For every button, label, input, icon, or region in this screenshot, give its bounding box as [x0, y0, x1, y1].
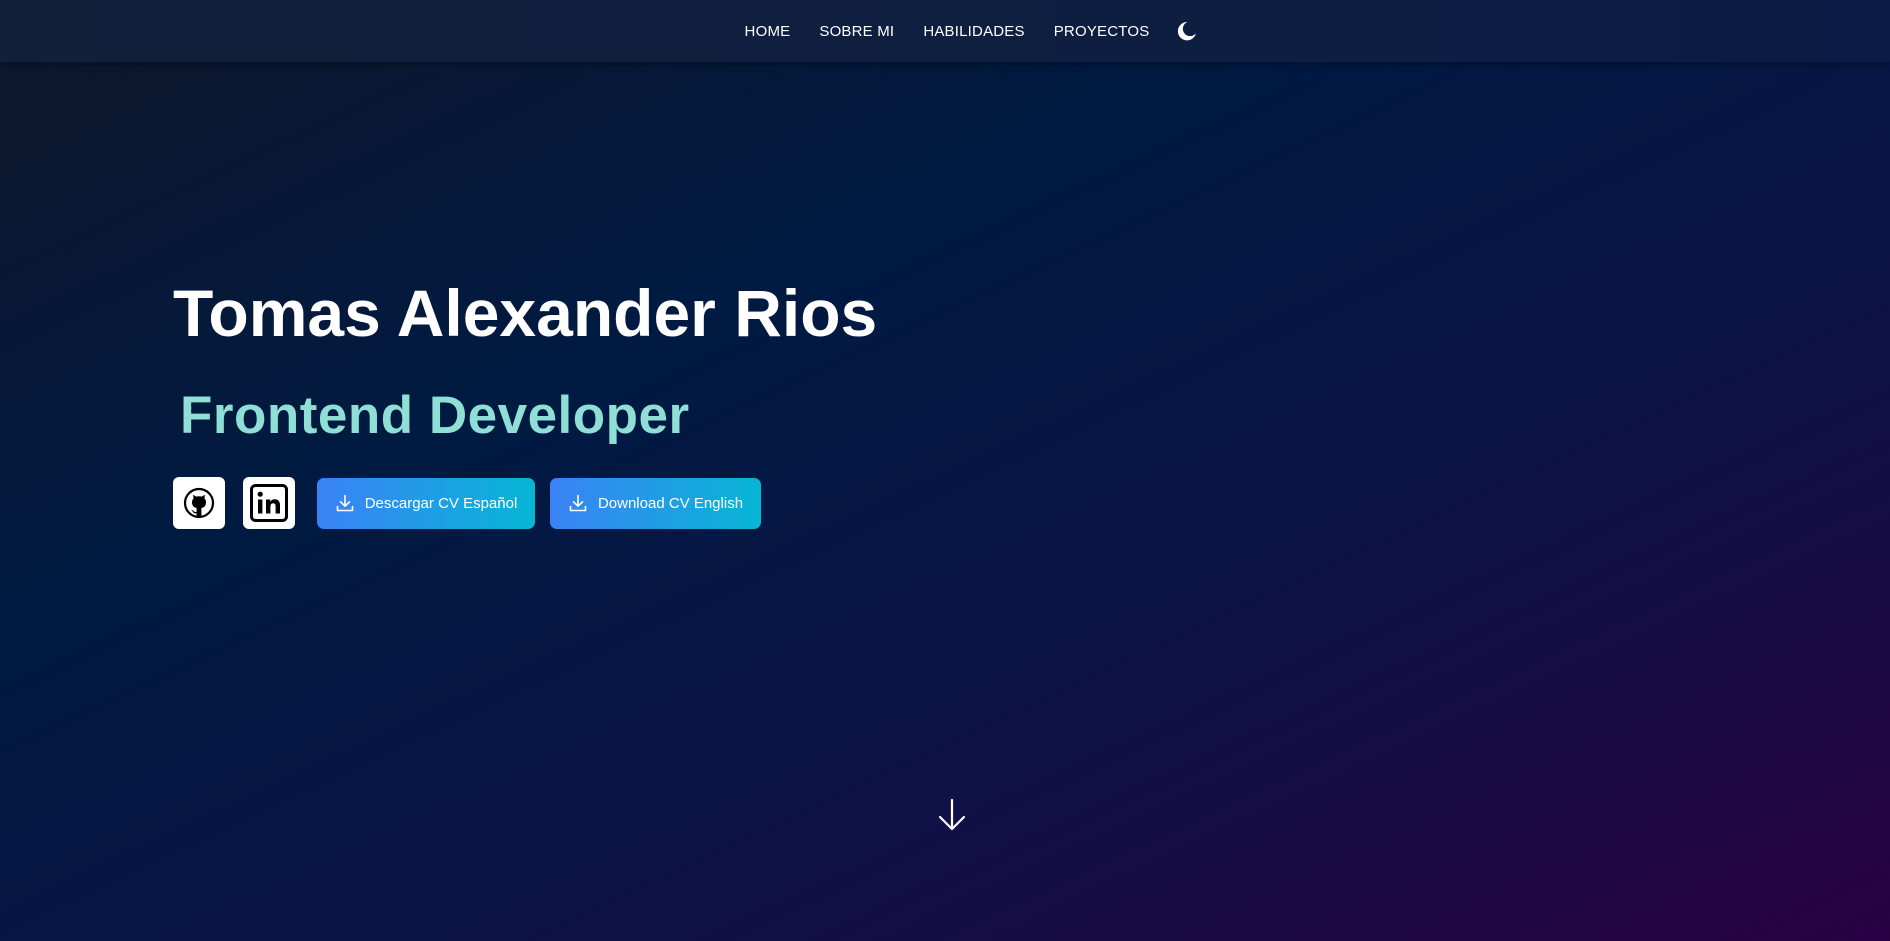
hero-role: Frontend Developer [180, 386, 690, 445]
download-cv-spanish-button[interactable]: Descargar CV Español [317, 477, 535, 529]
linkedin-icon [250, 484, 288, 522]
arrow-down-icon [938, 798, 966, 831]
theme-toggle-button[interactable] [1174, 18, 1200, 44]
hero-name: Tomas Alexander Rios [173, 276, 878, 350]
download-icon [569, 494, 587, 512]
scroll-down-button[interactable] [937, 798, 967, 832]
nav-item-habilidades[interactable]: HABILIDADES [923, 23, 1024, 40]
hero-section: Tomas Alexander Rios Frontend Developer … [173, 280, 877, 529]
nav-item-proyectos[interactable]: PROYECTOS [1054, 23, 1150, 40]
github-icon [183, 487, 215, 519]
github-button[interactable] [173, 477, 225, 529]
nav-links: HOME SOBRE MI HABILIDADES PROYECTOS [745, 23, 1150, 40]
nav-item-home[interactable]: HOME [745, 23, 791, 40]
linkedin-button[interactable] [243, 477, 295, 529]
download-cv-spanish-label: Descargar CV Español [364, 494, 518, 512]
download-cv-english-label: Download CV English [597, 494, 744, 512]
download-cv-english-button[interactable]: Download CV English [550, 477, 761, 529]
download-icon [336, 494, 354, 512]
moon-icon [1178, 22, 1197, 41]
top-navbar: HOME SOBRE MI HABILIDADES PROYECTOS [0, 0, 1890, 62]
hero-actions: Descargar CV Español Download CV English [173, 477, 877, 529]
nav-item-sobre-mi[interactable]: SOBRE MI [819, 23, 894, 40]
